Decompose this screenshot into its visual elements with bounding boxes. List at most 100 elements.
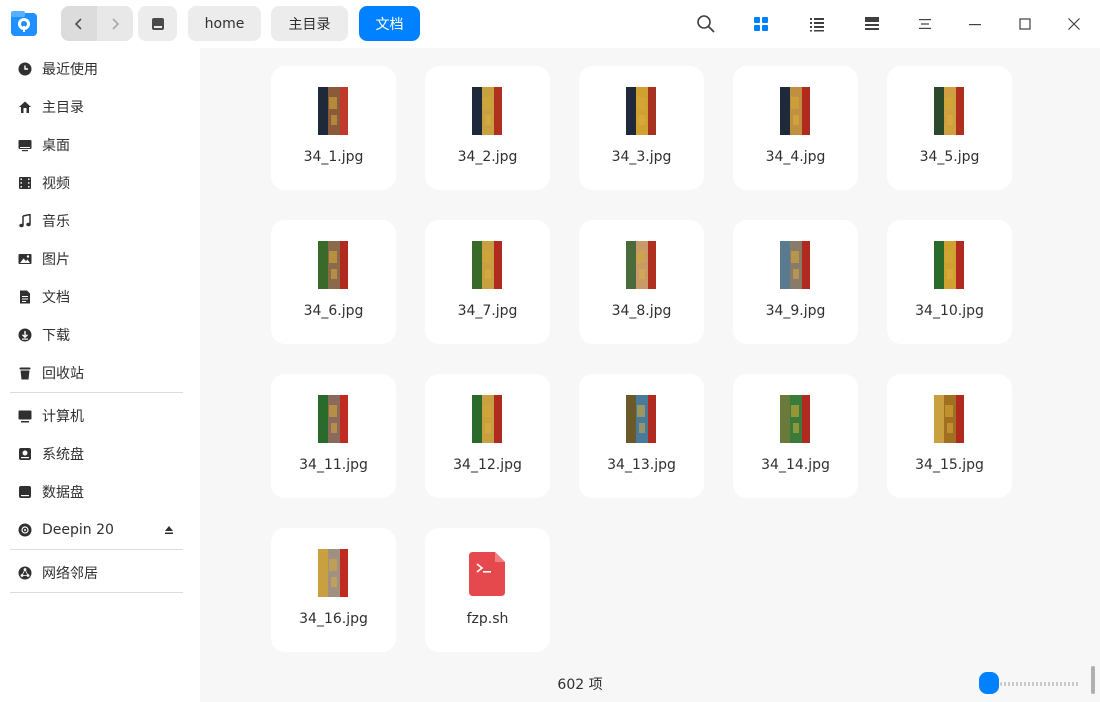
sidebar-item-label: 视频	[42, 176, 70, 192]
sidebar-item-pictures[interactable]: 图片	[10, 241, 186, 277]
forward-button[interactable]	[97, 6, 133, 41]
music-icon	[17, 213, 33, 229]
file-name-label: fzp.sh	[466, 611, 509, 627]
image-thumbnail-icon	[472, 87, 502, 135]
chevron-right-icon	[112, 17, 120, 30]
eject-icon[interactable]	[164, 525, 174, 535]
file-name-label: 34_16.jpg	[299, 611, 368, 627]
optical-disc-icon	[17, 522, 33, 538]
list-view-button[interactable]	[805, 12, 829, 36]
sidebar-item-computer[interactable]: 计算机	[10, 398, 186, 434]
desktop-icon	[17, 137, 33, 153]
detail-view-icon	[865, 17, 879, 30]
download-icon	[17, 327, 33, 343]
image-thumbnail-icon	[626, 241, 656, 289]
image-thumbnail-icon	[934, 241, 964, 289]
file-tile[interactable]: 34_9.jpg	[733, 220, 858, 344]
sidebar-item-label: 图片	[42, 252, 70, 268]
zoom-slider-track[interactable]	[1000, 682, 1080, 686]
close-button[interactable]	[1062, 12, 1086, 36]
breadcrumb-main-directory[interactable]: 主目录	[271, 6, 348, 41]
breadcrumb-documents[interactable]: 文档	[359, 6, 420, 41]
minimize-button[interactable]	[963, 12, 987, 36]
file-tile[interactable]: fzp.sh	[425, 528, 550, 652]
sidebar-item-downloads[interactable]: 下载	[10, 317, 186, 353]
sidebar-item-documents[interactable]: 文档	[10, 279, 186, 315]
file-tile[interactable]: 34_14.jpg	[733, 374, 858, 498]
image-thumbnail-icon	[780, 241, 810, 289]
zoom-slider-handle[interactable]	[979, 672, 999, 694]
sidebar-item-label: 计算机	[42, 409, 84, 425]
file-tile[interactable]: 34_4.jpg	[733, 66, 858, 190]
sidebar-item-label: 音乐	[42, 214, 70, 230]
file-name-label: 34_14.jpg	[761, 457, 830, 473]
sidebar-item-label: Deepin 20	[42, 522, 114, 538]
file-manager-logo-icon[interactable]	[9, 8, 39, 38]
item-count-status: 602 项	[557, 677, 603, 693]
sidebar-item-trash[interactable]: 回收站	[10, 355, 186, 391]
maximize-button[interactable]	[1013, 12, 1037, 36]
icon-view-icon	[754, 17, 768, 31]
image-thumbnail-icon	[934, 87, 964, 135]
file-tile[interactable]: 34_3.jpg	[579, 66, 704, 190]
image-thumbnail-icon	[318, 241, 348, 289]
back-button[interactable]	[61, 6, 97, 41]
detail-view-button[interactable]	[860, 12, 884, 36]
file-name-label: 34_12.jpg	[453, 457, 522, 473]
file-name-label: 34_4.jpg	[765, 149, 826, 165]
sidebar: 最近使用 主目录 桌面 视频 音乐 图片 文档 下载 回收站 计算机 系统盘 数…	[0, 48, 200, 702]
video-icon	[17, 175, 33, 191]
file-tile[interactable]: 34_5.jpg	[887, 66, 1012, 190]
file-tile[interactable]: 34_13.jpg	[579, 374, 704, 498]
image-thumbnail-icon	[472, 241, 502, 289]
file-tile[interactable]: 34_11.jpg	[271, 374, 396, 498]
file-name-label: 34_13.jpg	[607, 457, 676, 473]
image-thumbnail-icon	[934, 395, 964, 443]
breadcrumb-device-button[interactable]	[138, 6, 177, 41]
file-tile[interactable]: 34_2.jpg	[425, 66, 550, 190]
image-thumbnail-icon	[472, 395, 502, 443]
image-thumbnail-icon	[318, 549, 348, 597]
sidebar-item-label: 下载	[42, 328, 70, 344]
sidebar-item-music[interactable]: 音乐	[10, 203, 186, 239]
file-tile[interactable]: 34_10.jpg	[887, 220, 1012, 344]
sidebar-item-home[interactable]: 主目录	[10, 89, 186, 125]
file-tile[interactable]: 34_15.jpg	[887, 374, 1012, 498]
sidebar-item-deepin-20[interactable]: Deepin 20	[10, 512, 186, 548]
file-tile[interactable]: 34_1.jpg	[271, 66, 396, 190]
file-tile[interactable]: 34_7.jpg	[425, 220, 550, 344]
picture-icon	[17, 251, 33, 267]
sidebar-item-desktop[interactable]: 桌面	[10, 127, 186, 163]
titlebar: home 主目录 文档	[0, 0, 1100, 48]
file-tile[interactable]: 34_6.jpg	[271, 220, 396, 344]
file-name-label: 34_8.jpg	[611, 303, 672, 319]
list-view-icon	[810, 18, 824, 32]
disk-icon	[151, 17, 164, 30]
main-menu-button[interactable]	[913, 12, 937, 36]
sidebar-item-label: 最近使用	[42, 62, 98, 78]
image-thumbnail-icon	[318, 395, 348, 443]
file-name-label: 34_11.jpg	[299, 457, 368, 473]
icon-view-button[interactable]	[749, 12, 773, 36]
search-button[interactable]	[694, 12, 718, 36]
file-tile[interactable]: 34_8.jpg	[579, 220, 704, 344]
image-thumbnail-icon	[626, 395, 656, 443]
breadcrumb-home[interactable]: home	[188, 6, 261, 41]
sidebar-item-label: 数据盘	[42, 485, 84, 501]
document-icon	[17, 289, 33, 305]
file-tile[interactable]: 34_12.jpg	[425, 374, 550, 498]
vertical-scrollbar[interactable]	[1091, 666, 1095, 694]
file-tile[interactable]: 34_16.jpg	[271, 528, 396, 652]
minimize-icon	[969, 24, 981, 26]
trash-icon	[17, 365, 33, 381]
sidebar-item-videos[interactable]: 视频	[10, 165, 186, 201]
sidebar-item-data-disk[interactable]: 数据盘	[10, 474, 186, 510]
search-icon	[697, 15, 715, 33]
sidebar-item-network[interactable]: 网络邻居	[10, 555, 186, 591]
sidebar-item-system-disk[interactable]: 系统盘	[10, 436, 186, 472]
sidebar-item-recent[interactable]: 最近使用	[10, 51, 186, 87]
image-thumbnail-icon	[780, 395, 810, 443]
menu-icon	[919, 19, 931, 29]
file-name-label: 34_1.jpg	[303, 149, 364, 165]
sidebar-divider	[10, 549, 183, 550]
